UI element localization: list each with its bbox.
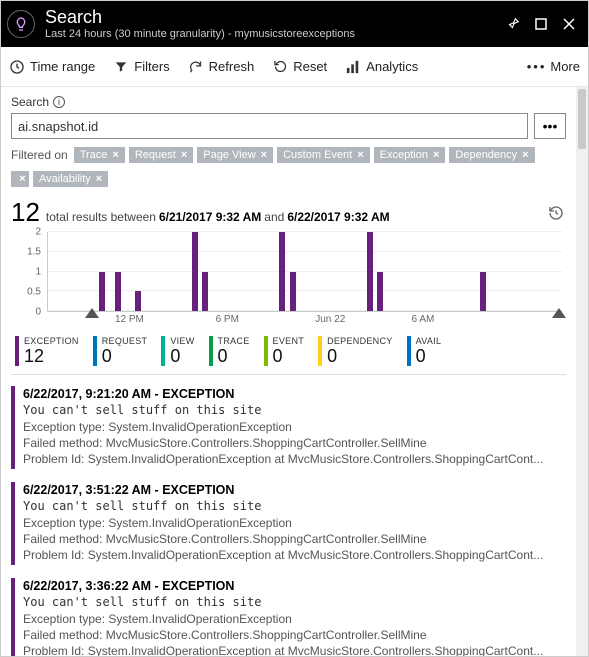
clear-filters-chip[interactable]: ×	[11, 171, 29, 187]
chart-bar[interactable]	[192, 232, 198, 311]
chart-bar[interactable]	[279, 232, 285, 311]
chart-bar[interactable]	[367, 232, 373, 311]
time-marker[interactable]	[552, 308, 566, 318]
filters-button[interactable]: Filters	[113, 59, 169, 75]
legend-item[interactable]: EVENT0	[264, 336, 305, 366]
legend-item[interactable]: EXCEPTION12	[15, 336, 79, 366]
filter-chip[interactable]: Dependency ×	[449, 147, 534, 163]
filter-chips: Filtered on Trace ×Request ×Page View ×C…	[11, 147, 566, 187]
result-meta: Exception type: System.InvalidOperationE…	[23, 419, 566, 435]
time-from: 6/21/2017 9:32 AM	[159, 210, 261, 224]
content-area: Search i ai.snapshot.id ••• Filtered on …	[1, 87, 576, 656]
result-message: You can't sell stuff on this site	[23, 595, 566, 609]
result-header: 6/22/2017, 3:36:22 AM - EXCEPTION	[23, 579, 566, 593]
chart-bar[interactable]	[202, 272, 208, 312]
chart-bar[interactable]	[99, 272, 105, 312]
analytics-label: Analytics	[366, 59, 418, 74]
results-summary: 12 total results between 6/21/2017 9:32 …	[11, 197, 566, 228]
filtered-on-label: Filtered on	[11, 148, 68, 162]
reset-button[interactable]: Reset	[272, 59, 327, 75]
pin-button[interactable]	[502, 13, 524, 35]
result-meta: Exception type: System.InvalidOperationE…	[23, 515, 566, 531]
result-meta: Failed method: MvcMusicStore.Controllers…	[23, 627, 566, 643]
result-meta: Failed method: MvcMusicStore.Controllers…	[23, 531, 566, 547]
result-meta: Exception type: System.InvalidOperationE…	[23, 611, 566, 627]
time-marker[interactable]	[85, 308, 99, 318]
results-list: 6/22/2017, 9:21:20 AM - EXCEPTION You can…	[11, 383, 566, 656]
analytics-button[interactable]: Analytics	[345, 59, 418, 75]
history-icon[interactable]	[548, 205, 566, 223]
maximize-button[interactable]	[530, 13, 552, 35]
result-row[interactable]: 6/22/2017, 9:21:20 AM - EXCEPTION You can…	[11, 383, 566, 475]
result-meta: Failed method: MvcMusicStore.Controllers…	[23, 435, 566, 451]
chart-bar[interactable]	[135, 291, 141, 311]
time-range-button[interactable]: Time range	[9, 59, 95, 75]
more-label: More	[550, 59, 580, 74]
page-subtitle: Last 24 hours (30 minute granularity) - …	[45, 27, 496, 41]
toolbar: Time range Filters Refresh Reset Analyti…	[1, 47, 588, 87]
result-meta: Problem Id: System.InvalidOperationExcep…	[23, 451, 566, 467]
scrollbar[interactable]	[576, 87, 588, 656]
filter-chip[interactable]: Availability ×	[33, 171, 108, 187]
result-row[interactable]: 6/22/2017, 3:51:22 AM - EXCEPTION You can…	[11, 479, 566, 571]
filter-chip[interactable]: Request ×	[129, 147, 193, 163]
search-input[interactable]: ai.snapshot.id	[11, 113, 528, 139]
filter-chip[interactable]: Exception ×	[374, 147, 446, 163]
reset-icon	[272, 59, 288, 75]
search-label: Search i	[11, 95, 566, 109]
result-header: 6/22/2017, 9:21:20 AM - EXCEPTION	[23, 387, 566, 401]
info-icon[interactable]: i	[53, 96, 65, 108]
more-icon: •••	[527, 59, 547, 74]
chart-bar[interactable]	[480, 272, 486, 312]
refresh-button[interactable]: Refresh	[188, 59, 255, 75]
analytics-icon	[345, 59, 361, 75]
app-icon	[7, 10, 35, 38]
search-more-button[interactable]: •••	[534, 113, 566, 139]
reset-label: Reset	[293, 59, 327, 74]
result-message: You can't sell stuff on this site	[23, 499, 566, 513]
result-meta: Problem Id: System.InvalidOperationExcep…	[23, 547, 566, 563]
result-message: You can't sell stuff on this site	[23, 403, 566, 417]
time-range-label: Time range	[30, 59, 95, 74]
chart-bar[interactable]	[377, 272, 383, 312]
legend: EXCEPTION12 REQUEST0 VIEW0 TRACE0 EVENT0 DEPE…	[11, 334, 566, 375]
legend-item[interactable]: DEPENDENCY0	[318, 336, 393, 366]
results-chart[interactable]: 00.511.52 12 PM6 PMJun 226 AM	[11, 232, 566, 332]
filters-label: Filters	[134, 59, 169, 74]
legend-item[interactable]: AVAIL0	[407, 336, 442, 366]
results-count: 12	[11, 197, 40, 228]
page-title: Search	[45, 7, 496, 27]
close-button[interactable]	[558, 13, 580, 35]
result-header: 6/22/2017, 3:51:22 AM - EXCEPTION	[23, 483, 566, 497]
result-meta: Problem Id: System.InvalidOperationExcep…	[23, 643, 566, 656]
title-bar: Search Last 24 hours (30 minute granular…	[1, 1, 588, 47]
more-button[interactable]: ••• More	[527, 59, 580, 74]
result-row[interactable]: 6/22/2017, 3:36:22 AM - EXCEPTION You can…	[11, 575, 566, 656]
chart-bar[interactable]	[115, 272, 121, 312]
legend-item[interactable]: VIEW0	[161, 336, 194, 366]
filter-chip[interactable]: Custom Event ×	[277, 147, 370, 163]
filter-icon	[113, 59, 129, 75]
filter-chip[interactable]: Page View ×	[197, 147, 273, 163]
legend-item[interactable]: REQUEST0	[93, 336, 148, 366]
legend-item[interactable]: TRACE0	[209, 336, 250, 366]
time-to: 6/22/2017 9:32 AM	[287, 210, 389, 224]
chart-bar[interactable]	[290, 272, 296, 312]
refresh-label: Refresh	[209, 59, 255, 74]
clock-icon	[9, 59, 25, 75]
filter-chip[interactable]: Trace ×	[74, 147, 125, 163]
refresh-icon	[188, 59, 204, 75]
scrollbar-thumb[interactable]	[578, 89, 586, 149]
